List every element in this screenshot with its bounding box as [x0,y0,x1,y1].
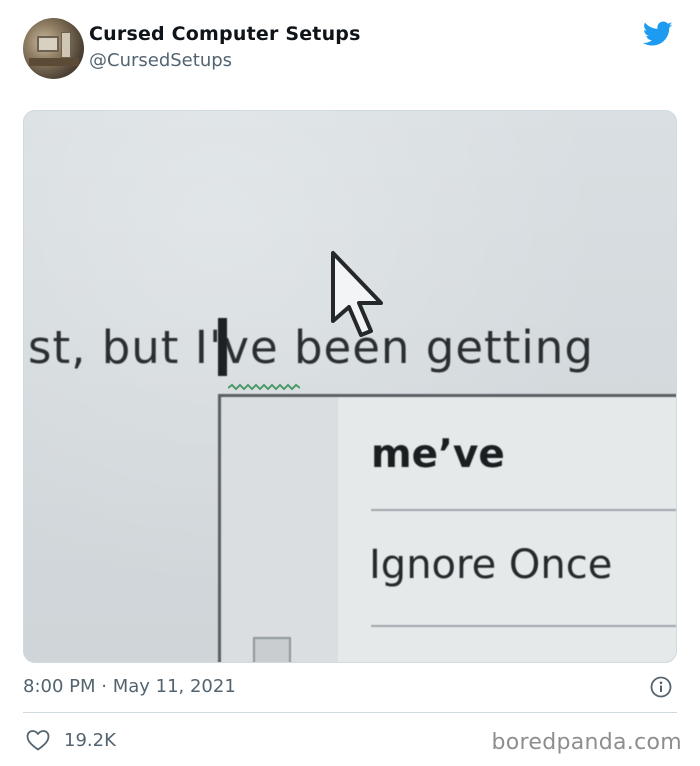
spellcheck-context-menu: me’ve Ignore Once [218,394,676,662]
display-name[interactable]: Cursed Computer Setups [89,23,361,45]
avatar-tower [61,32,71,58]
mouse-pointer-icon [331,251,383,337]
tweet-header: Cursed Computer Setups @CursedSetups [23,18,683,80]
menu-item-cut-off[interactable] [369,649,509,662]
info-icon[interactable] [650,676,672,698]
twitter-bird-icon[interactable] [643,21,673,47]
menu-item-ignore-once[interactable]: Ignore Once [369,542,612,588]
menu-item-icon [253,637,291,662]
avatar[interactable] [23,18,84,79]
boredpanda-watermark: boredpanda.com [491,730,682,755]
tweet-media-image[interactable]: st, but I've been getting me’ve Ignore O… [23,110,677,663]
tweet-timestamp[interactable]: 8:00 PM · May 11, 2021 [23,676,236,697]
user-handle[interactable]: @CursedSetups [89,50,232,71]
menu-separator [371,625,676,627]
text-caret [218,318,227,376]
tweet-divider [23,712,677,713]
menu-item-suggestion[interactable]: me’ve [371,432,505,477]
document-text: st, but I've been getting [28,321,594,374]
like-button[interactable]: 19.2K [26,728,116,752]
avatar-monitor [37,36,59,52]
heart-icon [26,730,50,751]
menu-separator [371,509,676,511]
like-count: 19.2K [64,729,116,751]
avatar-desk [29,58,79,66]
spellcheck-squiggle [228,383,300,391]
menu-icon-gutter [221,397,338,662]
